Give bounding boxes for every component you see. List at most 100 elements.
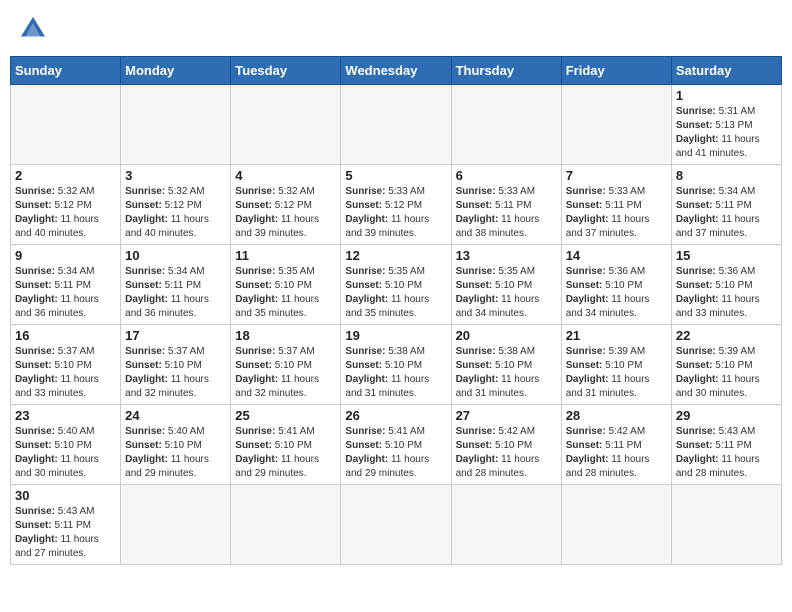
weekday-header-tuesday: Tuesday bbox=[231, 57, 341, 85]
day-info: Sunrise: 5:41 AMSunset: 5:10 PMDaylight:… bbox=[345, 425, 446, 481]
calendar-cell bbox=[11, 85, 121, 165]
calendar-cell: 28Sunrise: 5:42 AMSunset: 5:11 PMDayligh… bbox=[561, 405, 671, 485]
day-info: Sunrise: 5:39 AMSunset: 5:10 PMDaylight:… bbox=[676, 345, 777, 401]
day-info: Sunrise: 5:32 AMSunset: 5:12 PMDaylight:… bbox=[125, 185, 226, 241]
calendar-week-row: 16 Sunrise: 5:37 AMSunset: 5:10 PMDayligh… bbox=[11, 325, 782, 405]
calendar-cell bbox=[671, 485, 781, 565]
day-number: 20 bbox=[456, 328, 557, 343]
calendar-cell: 21Sunrise: 5:39 AMSunset: 5:10 PMDayligh… bbox=[561, 325, 671, 405]
calendar-week-row: 30Sunrise: 5:43 AMSunset: 5:11 PMDayligh… bbox=[11, 485, 782, 565]
calendar-header-row: SundayMondayTuesdayWednesdayThursdayFrid… bbox=[11, 57, 782, 85]
day-number: 19 bbox=[345, 328, 446, 343]
calendar-cell bbox=[341, 485, 451, 565]
page-header bbox=[10, 10, 782, 48]
day-number: 12 bbox=[345, 248, 446, 263]
day-info: Sunrise: 5:43 AMSunset: 5:11 PMDaylight:… bbox=[676, 425, 777, 481]
day-info: Sunrise: 5:35 AMSunset: 5:10 PMDaylight:… bbox=[235, 265, 336, 321]
weekday-header-friday: Friday bbox=[561, 57, 671, 85]
day-info: Sunrise: 5:35 AMSunset: 5:10 PMDaylight:… bbox=[345, 265, 446, 321]
calendar-week-row: 2Sunrise: 5:32 AMSunset: 5:12 PMDaylight… bbox=[11, 165, 782, 245]
weekday-header-thursday: Thursday bbox=[451, 57, 561, 85]
calendar-cell: 16 Sunrise: 5:37 AMSunset: 5:10 PMDayligh… bbox=[11, 325, 121, 405]
calendar-cell bbox=[451, 485, 561, 565]
calendar-week-row: 1 Sunrise: 5:31 AMSunset: 5:13 PMDaylight… bbox=[11, 85, 782, 165]
day-info: Sunrise: 5:34 AMSunset: 5:11 PMDaylight:… bbox=[676, 185, 777, 241]
calendar-cell: 7 Sunrise: 5:33 AMSunset: 5:11 PMDaylight… bbox=[561, 165, 671, 245]
day-number: 24 bbox=[125, 408, 226, 423]
day-number: 8 bbox=[676, 168, 777, 183]
calendar-cell: 15 Sunrise: 5:36 AMSunset: 5:10 PMDayligh… bbox=[671, 245, 781, 325]
calendar-cell: 22 Sunrise: 5:39 AMSunset: 5:10 PMDayligh… bbox=[671, 325, 781, 405]
calendar-cell: 3Sunrise: 5:32 AMSunset: 5:12 PMDaylight… bbox=[121, 165, 231, 245]
day-number: 5 bbox=[345, 168, 446, 183]
weekday-header-sunday: Sunday bbox=[11, 57, 121, 85]
day-info: Sunrise: 5:36 AMSunset: 5:10 PMDaylight:… bbox=[676, 265, 777, 321]
day-number: 9 bbox=[15, 248, 116, 263]
day-number: 27 bbox=[456, 408, 557, 423]
calendar-cell: 24 Sunrise: 5:40 AMSunset: 5:10 PMDayligh… bbox=[121, 405, 231, 485]
day-info: Sunrise: 5:42 AMSunset: 5:10 PMDaylight:… bbox=[456, 425, 557, 481]
calendar-cell: 10Sunrise: 5:34 AMSunset: 5:11 PMDayligh… bbox=[121, 245, 231, 325]
logo-icon bbox=[18, 14, 48, 44]
calendar-cell: 1 Sunrise: 5:31 AMSunset: 5:13 PMDaylight… bbox=[671, 85, 781, 165]
day-info: Sunrise: 5:34 AMSunset: 5:11 PMDaylight:… bbox=[125, 265, 226, 321]
day-info: Sunrise: 5:40 AMSunset: 5:10 PMDaylight:… bbox=[125, 425, 226, 481]
weekday-header-saturday: Saturday bbox=[671, 57, 781, 85]
day-number: 17 bbox=[125, 328, 226, 343]
day-info: Sunrise: 5:33 AMSunset: 5:11 PMDaylight:… bbox=[566, 185, 667, 241]
day-number: 7 bbox=[566, 168, 667, 183]
day-number: 6 bbox=[456, 168, 557, 183]
calendar-cell: 29 Sunrise: 5:43 AMSunset: 5:11 PMDayligh… bbox=[671, 405, 781, 485]
calendar-cell: 9 Sunrise: 5:34 AMSunset: 5:11 PMDaylight… bbox=[11, 245, 121, 325]
day-info: Sunrise: 5:40 AMSunset: 5:10 PMDaylight:… bbox=[15, 425, 116, 481]
day-info: Sunrise: 5:32 AMSunset: 5:12 PMDaylight:… bbox=[15, 185, 116, 241]
calendar-week-row: 23 Sunrise: 5:40 AMSunset: 5:10 PMDayligh… bbox=[11, 405, 782, 485]
day-info: Sunrise: 5:42 AMSunset: 5:11 PMDaylight:… bbox=[566, 425, 667, 481]
calendar-cell: 27 Sunrise: 5:42 AMSunset: 5:10 PMDayligh… bbox=[451, 405, 561, 485]
weekday-header-wednesday: Wednesday bbox=[341, 57, 451, 85]
calendar-cell: 19 Sunrise: 5:38 AMSunset: 5:10 PMDayligh… bbox=[341, 325, 451, 405]
day-info: Sunrise: 5:38 AMSunset: 5:10 PMDaylight:… bbox=[456, 345, 557, 401]
calendar-table: SundayMondayTuesdayWednesdayThursdayFrid… bbox=[10, 56, 782, 565]
day-number: 1 bbox=[676, 88, 777, 103]
day-info: Sunrise: 5:31 AMSunset: 5:13 PMDaylight:… bbox=[676, 105, 777, 161]
day-number: 30 bbox=[15, 488, 116, 503]
day-number: 23 bbox=[15, 408, 116, 423]
day-number: 4 bbox=[235, 168, 336, 183]
calendar-cell bbox=[561, 85, 671, 165]
logo bbox=[18, 14, 52, 44]
day-info: Sunrise: 5:32 AMSunset: 5:12 PMDaylight:… bbox=[235, 185, 336, 241]
day-info: Sunrise: 5:34 AMSunset: 5:11 PMDaylight:… bbox=[15, 265, 116, 321]
calendar-cell bbox=[121, 85, 231, 165]
calendar-cell: 23 Sunrise: 5:40 AMSunset: 5:10 PMDayligh… bbox=[11, 405, 121, 485]
calendar-week-row: 9 Sunrise: 5:34 AMSunset: 5:11 PMDaylight… bbox=[11, 245, 782, 325]
day-info: Sunrise: 5:41 AMSunset: 5:10 PMDaylight:… bbox=[235, 425, 336, 481]
calendar-cell: 2Sunrise: 5:32 AMSunset: 5:12 PMDaylight… bbox=[11, 165, 121, 245]
day-info: Sunrise: 5:38 AMSunset: 5:10 PMDaylight:… bbox=[345, 345, 446, 401]
day-info: Sunrise: 5:35 AMSunset: 5:10 PMDaylight:… bbox=[456, 265, 557, 321]
day-number: 22 bbox=[676, 328, 777, 343]
calendar-cell: 5Sunrise: 5:33 AMSunset: 5:12 PMDaylight… bbox=[341, 165, 451, 245]
day-number: 29 bbox=[676, 408, 777, 423]
calendar-cell: 6 Sunrise: 5:33 AMSunset: 5:11 PMDaylight… bbox=[451, 165, 561, 245]
calendar-cell: 8 Sunrise: 5:34 AMSunset: 5:11 PMDaylight… bbox=[671, 165, 781, 245]
day-info: Sunrise: 5:37 AMSunset: 5:10 PMDaylight:… bbox=[125, 345, 226, 401]
calendar-cell: 14Sunrise: 5:36 AMSunset: 5:10 PMDayligh… bbox=[561, 245, 671, 325]
day-number: 14 bbox=[566, 248, 667, 263]
weekday-header-monday: Monday bbox=[121, 57, 231, 85]
day-number: 26 bbox=[345, 408, 446, 423]
calendar-cell: 20 Sunrise: 5:38 AMSunset: 5:10 PMDayligh… bbox=[451, 325, 561, 405]
calendar-cell: 26 Sunrise: 5:41 AMSunset: 5:10 PMDayligh… bbox=[341, 405, 451, 485]
day-number: 16 bbox=[15, 328, 116, 343]
calendar-cell bbox=[451, 85, 561, 165]
day-number: 18 bbox=[235, 328, 336, 343]
day-number: 15 bbox=[676, 248, 777, 263]
calendar-cell bbox=[121, 485, 231, 565]
calendar-cell: 17 Sunrise: 5:37 AMSunset: 5:10 PMDayligh… bbox=[121, 325, 231, 405]
calendar-cell bbox=[341, 85, 451, 165]
day-info: Sunrise: 5:37 AMSunset: 5:10 PMDaylight:… bbox=[15, 345, 116, 401]
calendar-cell: 12 Sunrise: 5:35 AMSunset: 5:10 PMDayligh… bbox=[341, 245, 451, 325]
day-info: Sunrise: 5:33 AMSunset: 5:11 PMDaylight:… bbox=[456, 185, 557, 241]
calendar-cell bbox=[231, 85, 341, 165]
day-info: Sunrise: 5:39 AMSunset: 5:10 PMDaylight:… bbox=[566, 345, 667, 401]
